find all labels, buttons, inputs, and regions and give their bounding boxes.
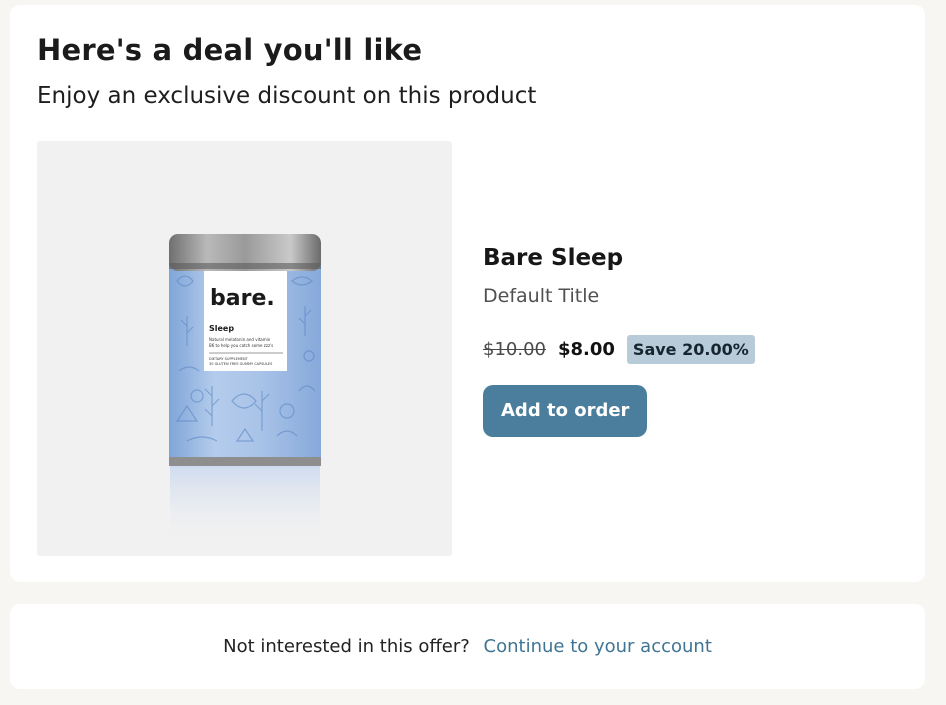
sale-price: $8.00: [557, 338, 615, 360]
decline-offer-line: Not interested in this offer? Continue t…: [10, 636, 925, 657]
can-desc-1: Natural melatonin and vitamin: [209, 337, 271, 342]
can-bottom-rim: [169, 457, 321, 466]
decline-prompt: Not interested in this offer?: [223, 636, 470, 657]
can-label-title: Sleep: [209, 324, 234, 333]
continue-to-account-link[interactable]: Continue to your account: [484, 636, 712, 657]
decline-offer-card: Not interested in this offer? Continue t…: [10, 604, 925, 689]
can-desc-2: B6 to help you catch some zzz's: [209, 343, 273, 348]
variant-title: Default Title: [483, 285, 600, 307]
offer-subtitle: Enjoy an exclusive discount on this prod…: [37, 83, 537, 109]
offer-title: Here's a deal you'll like: [37, 33, 423, 67]
upsell-offer-card: Here's a deal you'll like Enjoy an exclu…: [10, 5, 925, 582]
compare-at-price: $10.00: [483, 338, 546, 360]
can-reflection: [170, 466, 320, 546]
product-image: bare. Sleep Natural melatonin and vitami…: [37, 141, 452, 556]
product-info: Bare Sleep Default Title $10.00 $8.00 Sa…: [483, 245, 903, 437]
can-brand: bare.: [210, 286, 275, 311]
discount-badge: Save 20.00%: [626, 334, 755, 364]
product-name: Bare Sleep: [483, 245, 624, 271]
add-to-order-button[interactable]: Add to order: [483, 385, 648, 437]
can-small-1: DIETARY SUPPLEMENT: [209, 357, 249, 361]
can-small-2: 30 GLUTEN FREE GUMMY CAPSULES: [209, 362, 273, 366]
price-row: $10.00 $8.00 Save 20.00%: [483, 333, 903, 365]
